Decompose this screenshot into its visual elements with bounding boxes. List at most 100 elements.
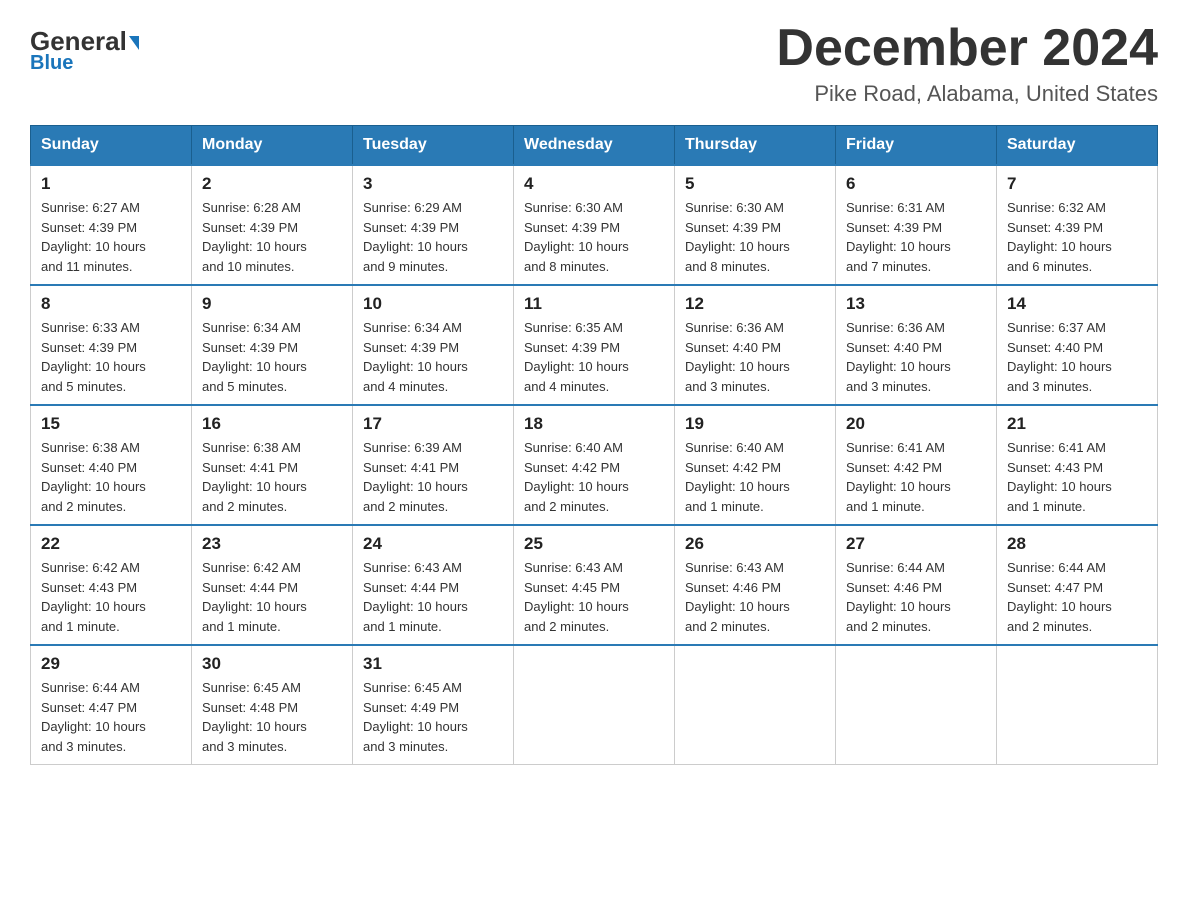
- day-number: 30: [202, 654, 342, 674]
- day-info: Sunrise: 6:30 AM Sunset: 4:39 PM Dayligh…: [685, 198, 825, 276]
- table-row: 27 Sunrise: 6:44 AM Sunset: 4:46 PM Dayl…: [836, 525, 997, 645]
- table-row: [836, 645, 997, 765]
- day-number: 12: [685, 294, 825, 314]
- day-number: 21: [1007, 414, 1147, 434]
- table-row: [675, 645, 836, 765]
- day-info: Sunrise: 6:35 AM Sunset: 4:39 PM Dayligh…: [524, 318, 664, 396]
- table-row: 5 Sunrise: 6:30 AM Sunset: 4:39 PM Dayli…: [675, 165, 836, 285]
- table-row: 31 Sunrise: 6:45 AM Sunset: 4:49 PM Dayl…: [353, 645, 514, 765]
- day-number: 8: [41, 294, 181, 314]
- day-number: 22: [41, 534, 181, 554]
- table-row: 30 Sunrise: 6:45 AM Sunset: 4:48 PM Dayl…: [192, 645, 353, 765]
- table-row: [514, 645, 675, 765]
- day-info: Sunrise: 6:36 AM Sunset: 4:40 PM Dayligh…: [846, 318, 986, 396]
- calendar-week-row: 22 Sunrise: 6:42 AM Sunset: 4:43 PM Dayl…: [31, 525, 1158, 645]
- table-row: 28 Sunrise: 6:44 AM Sunset: 4:47 PM Dayl…: [997, 525, 1158, 645]
- day-info: Sunrise: 6:45 AM Sunset: 4:48 PM Dayligh…: [202, 678, 342, 756]
- day-info: Sunrise: 6:41 AM Sunset: 4:43 PM Dayligh…: [1007, 438, 1147, 516]
- day-info: Sunrise: 6:34 AM Sunset: 4:39 PM Dayligh…: [363, 318, 503, 396]
- table-row: 17 Sunrise: 6:39 AM Sunset: 4:41 PM Dayl…: [353, 405, 514, 525]
- day-info: Sunrise: 6:30 AM Sunset: 4:39 PM Dayligh…: [524, 198, 664, 276]
- calendar-subtitle: Pike Road, Alabama, United States: [776, 81, 1158, 107]
- calendar-week-row: 1 Sunrise: 6:27 AM Sunset: 4:39 PM Dayli…: [31, 165, 1158, 285]
- day-info: Sunrise: 6:43 AM Sunset: 4:44 PM Dayligh…: [363, 558, 503, 636]
- day-number: 2: [202, 174, 342, 194]
- day-number: 23: [202, 534, 342, 554]
- header-tuesday: Tuesday: [353, 126, 514, 166]
- day-number: 13: [846, 294, 986, 314]
- day-info: Sunrise: 6:42 AM Sunset: 4:43 PM Dayligh…: [41, 558, 181, 636]
- calendar-title: December 2024: [776, 20, 1158, 77]
- day-number: 10: [363, 294, 503, 314]
- logo-triangle-icon: [129, 36, 139, 50]
- table-row: 18 Sunrise: 6:40 AM Sunset: 4:42 PM Dayl…: [514, 405, 675, 525]
- table-row: 29 Sunrise: 6:44 AM Sunset: 4:47 PM Dayl…: [31, 645, 192, 765]
- calendar-week-row: 29 Sunrise: 6:44 AM Sunset: 4:47 PM Dayl…: [31, 645, 1158, 765]
- day-number: 19: [685, 414, 825, 434]
- calendar-week-row: 15 Sunrise: 6:38 AM Sunset: 4:40 PM Dayl…: [31, 405, 1158, 525]
- header-friday: Friday: [836, 126, 997, 166]
- table-row: 13 Sunrise: 6:36 AM Sunset: 4:40 PM Dayl…: [836, 285, 997, 405]
- day-info: Sunrise: 6:39 AM Sunset: 4:41 PM Dayligh…: [363, 438, 503, 516]
- day-number: 1: [41, 174, 181, 194]
- calendar-table: Sunday Monday Tuesday Wednesday Thursday…: [30, 125, 1158, 765]
- day-number: 24: [363, 534, 503, 554]
- calendar-week-row: 8 Sunrise: 6:33 AM Sunset: 4:39 PM Dayli…: [31, 285, 1158, 405]
- day-number: 26: [685, 534, 825, 554]
- table-row: 11 Sunrise: 6:35 AM Sunset: 4:39 PM Dayl…: [514, 285, 675, 405]
- day-info: Sunrise: 6:44 AM Sunset: 4:47 PM Dayligh…: [1007, 558, 1147, 636]
- day-info: Sunrise: 6:32 AM Sunset: 4:39 PM Dayligh…: [1007, 198, 1147, 276]
- day-number: 9: [202, 294, 342, 314]
- table-row: 22 Sunrise: 6:42 AM Sunset: 4:43 PM Dayl…: [31, 525, 192, 645]
- day-number: 17: [363, 414, 503, 434]
- table-row: 9 Sunrise: 6:34 AM Sunset: 4:39 PM Dayli…: [192, 285, 353, 405]
- header-wednesday: Wednesday: [514, 126, 675, 166]
- day-info: Sunrise: 6:44 AM Sunset: 4:46 PM Dayligh…: [846, 558, 986, 636]
- day-info: Sunrise: 6:36 AM Sunset: 4:40 PM Dayligh…: [685, 318, 825, 396]
- day-info: Sunrise: 6:31 AM Sunset: 4:39 PM Dayligh…: [846, 198, 986, 276]
- day-number: 3: [363, 174, 503, 194]
- table-row: 14 Sunrise: 6:37 AM Sunset: 4:40 PM Dayl…: [997, 285, 1158, 405]
- day-info: Sunrise: 6:40 AM Sunset: 4:42 PM Dayligh…: [685, 438, 825, 516]
- day-number: 16: [202, 414, 342, 434]
- day-number: 28: [1007, 534, 1147, 554]
- header: General Blue December 2024 Pike Road, Al…: [30, 20, 1158, 107]
- table-row: [997, 645, 1158, 765]
- day-number: 11: [524, 294, 664, 314]
- header-saturday: Saturday: [997, 126, 1158, 166]
- day-number: 7: [1007, 174, 1147, 194]
- day-info: Sunrise: 6:44 AM Sunset: 4:47 PM Dayligh…: [41, 678, 181, 756]
- table-row: 3 Sunrise: 6:29 AM Sunset: 4:39 PM Dayli…: [353, 165, 514, 285]
- logo: General Blue: [30, 20, 139, 75]
- header-monday: Monday: [192, 126, 353, 166]
- logo-text: General: [30, 28, 139, 54]
- day-info: Sunrise: 6:34 AM Sunset: 4:39 PM Dayligh…: [202, 318, 342, 396]
- day-info: Sunrise: 6:38 AM Sunset: 4:41 PM Dayligh…: [202, 438, 342, 516]
- table-row: 15 Sunrise: 6:38 AM Sunset: 4:40 PM Dayl…: [31, 405, 192, 525]
- logo-blue-text: Blue: [30, 52, 73, 75]
- header-sunday: Sunday: [31, 126, 192, 166]
- day-info: Sunrise: 6:27 AM Sunset: 4:39 PM Dayligh…: [41, 198, 181, 276]
- day-number: 5: [685, 174, 825, 194]
- day-number: 6: [846, 174, 986, 194]
- table-row: 1 Sunrise: 6:27 AM Sunset: 4:39 PM Dayli…: [31, 165, 192, 285]
- day-info: Sunrise: 6:41 AM Sunset: 4:42 PM Dayligh…: [846, 438, 986, 516]
- day-info: Sunrise: 6:43 AM Sunset: 4:46 PM Dayligh…: [685, 558, 825, 636]
- table-row: 16 Sunrise: 6:38 AM Sunset: 4:41 PM Dayl…: [192, 405, 353, 525]
- day-info: Sunrise: 6:37 AM Sunset: 4:40 PM Dayligh…: [1007, 318, 1147, 396]
- day-number: 29: [41, 654, 181, 674]
- table-row: 24 Sunrise: 6:43 AM Sunset: 4:44 PM Dayl…: [353, 525, 514, 645]
- table-row: 23 Sunrise: 6:42 AM Sunset: 4:44 PM Dayl…: [192, 525, 353, 645]
- table-row: 4 Sunrise: 6:30 AM Sunset: 4:39 PM Dayli…: [514, 165, 675, 285]
- day-number: 31: [363, 654, 503, 674]
- day-number: 25: [524, 534, 664, 554]
- header-thursday: Thursday: [675, 126, 836, 166]
- table-row: 6 Sunrise: 6:31 AM Sunset: 4:39 PM Dayli…: [836, 165, 997, 285]
- title-area: December 2024 Pike Road, Alabama, United…: [776, 20, 1158, 107]
- day-info: Sunrise: 6:42 AM Sunset: 4:44 PM Dayligh…: [202, 558, 342, 636]
- day-number: 15: [41, 414, 181, 434]
- day-info: Sunrise: 6:45 AM Sunset: 4:49 PM Dayligh…: [363, 678, 503, 756]
- day-info: Sunrise: 6:33 AM Sunset: 4:39 PM Dayligh…: [41, 318, 181, 396]
- table-row: 8 Sunrise: 6:33 AM Sunset: 4:39 PM Dayli…: [31, 285, 192, 405]
- day-number: 18: [524, 414, 664, 434]
